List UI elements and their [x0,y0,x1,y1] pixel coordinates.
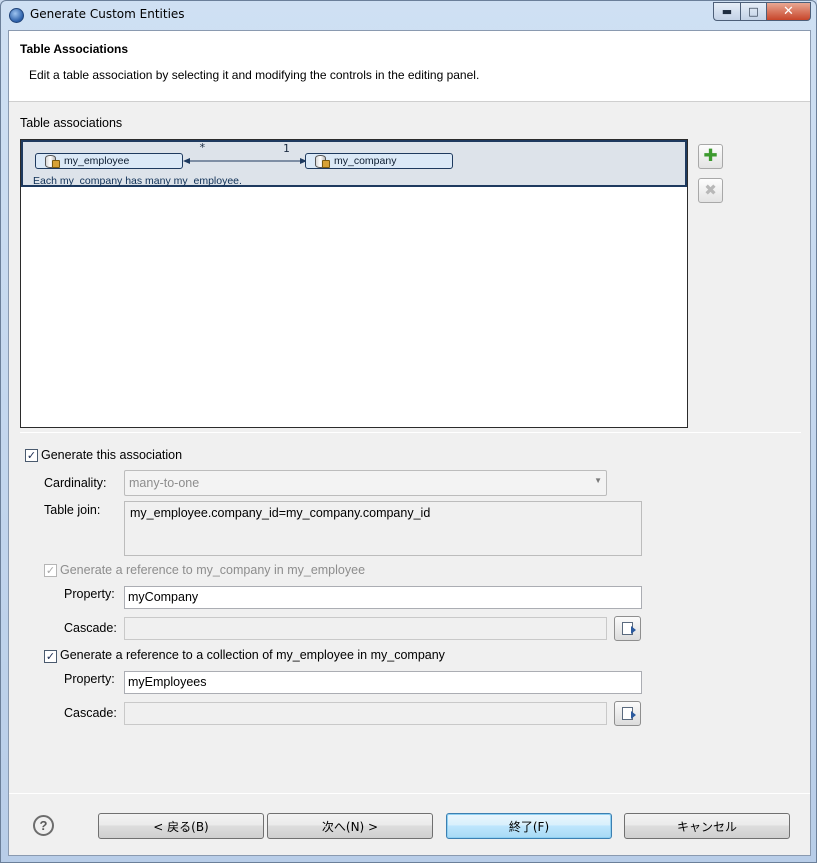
source-cardinality: * [199,141,206,154]
title-bar[interactable]: Generate Custom Entities ▬ □ ✕ [1,1,816,29]
target-entity[interactable]: my_company [305,153,453,169]
window-title: Generate Custom Entities [30,7,185,21]
section-divider [20,432,801,433]
cascade-input[interactable] [124,617,607,640]
maximize-button[interactable]: □ [740,2,766,21]
cascade-label: Cascade: [64,621,117,635]
cardinality-label: Cardinality: [44,476,107,490]
association-description: Each my_company has many my_employee. [33,175,242,187]
association-arrow [183,158,307,164]
property-value: myCompany [128,590,199,604]
collection-cascade-browse-button[interactable] [614,701,641,726]
target-entity-label: my_company [334,155,397,167]
table-icon [315,155,330,168]
dialog-client: Table Associations Edit a table associat… [8,30,811,856]
reference-checkbox[interactable]: ✓ [44,564,57,577]
next-button[interactable]: 次へ(N) > [267,813,433,839]
window-controls: ▬ □ ✕ [713,2,811,21]
source-entity[interactable]: my_employee [35,153,183,169]
cancel-button[interactable]: キャンセル [624,813,790,839]
target-cardinality: 1 [283,142,290,155]
page-description: Edit a table association by selecting it… [29,68,480,82]
back-button[interactable]: < 戻る(B) [98,813,264,839]
close-button[interactable]: ✕ [766,2,811,21]
wizard-header: Table Associations Edit a table associat… [9,31,810,102]
generate-association-label: Generate this association [41,448,183,462]
help-icon[interactable]: ? [33,815,54,836]
collection-reference-checkbox[interactable]: ✓ [44,650,57,663]
app-icon [9,8,24,23]
collection-cascade-input[interactable] [124,702,607,725]
table-join-field[interactable]: my_employee.company_id=my_company.compan… [124,501,642,556]
delete-icon: ✖ [704,181,717,199]
browse-icon [622,707,636,720]
collection-cascade-label: Cascade: [64,706,117,720]
page-title: Table Associations [20,42,129,56]
chevron-down-icon: ▼ [594,476,602,485]
table-join-label: Table join: [44,503,101,517]
collection-property-value: myEmployees [128,675,207,689]
property-input[interactable]: myCompany [124,586,642,609]
browse-icon [622,622,636,635]
table-join-value: my_employee.company_id=my_company.compan… [130,506,431,520]
finish-button[interactable]: 終了(F) [446,813,612,839]
remove-association-button[interactable]: ✖ [698,178,723,203]
minimize-button[interactable]: ▬ [713,2,740,21]
dialog-window: Generate Custom Entities ▬ □ ✕ Table Ass… [0,0,817,863]
associations-diagram[interactable]: my_employee * 1 my_company Each my_compa… [20,139,688,428]
cardinality-value: many-to-one [129,476,200,490]
add-association-button[interactable]: ✚ [698,144,723,169]
plus-icon: ✚ [703,146,718,166]
associations-label: Table associations [20,116,123,130]
collection-reference-label: Generate a reference to a collection of … [60,648,445,662]
source-entity-label: my_employee [64,155,130,167]
table-icon [45,155,60,168]
collection-property-input[interactable]: myEmployees [124,671,642,694]
association-row[interactable]: my_employee * 1 my_company Each my_compa… [21,140,687,187]
cardinality-select[interactable]: many-to-one ▼ [124,470,607,496]
property-label: Property: [64,587,115,601]
generate-association-checkbox[interactable]: ✓ [25,449,38,462]
footer-divider [9,793,810,794]
collection-property-label: Property: [64,672,115,686]
reference-label: Generate a reference to my_company in my… [60,563,366,577]
cascade-browse-button[interactable] [614,616,641,641]
